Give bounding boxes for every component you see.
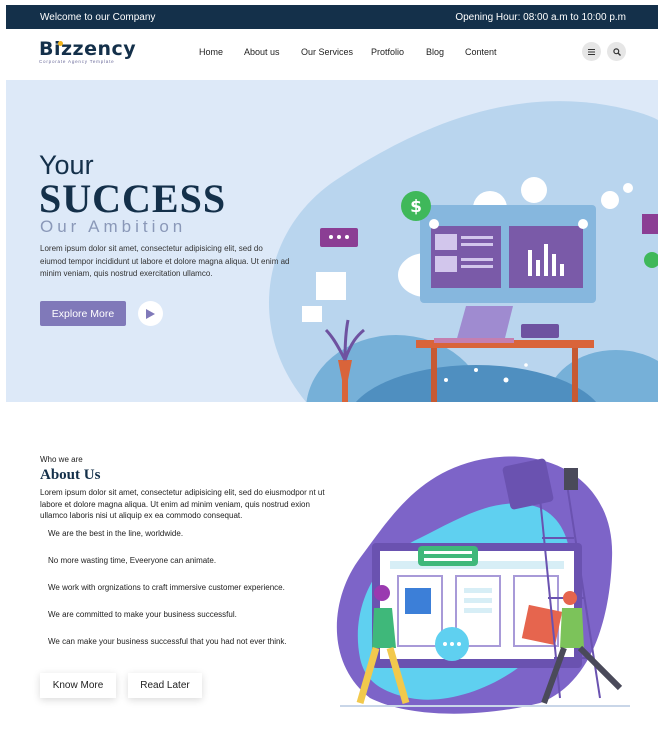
- explore-more-button[interactable]: Explore More: [40, 301, 126, 326]
- hero-subheading: Our Ambition: [40, 217, 187, 236]
- hero-description: Lorem ipsum dolor sit amet, consectetur …: [40, 244, 290, 278]
- know-more-button[interactable]: Know More: [40, 673, 116, 698]
- hero-heading: SUCCESS: [39, 176, 227, 221]
- hero-section: $ Your SUCCESS Our Ambition Lorem ipsum …: [6, 80, 658, 402]
- nav-item-portfolio[interactable]: Protfolio: [371, 47, 426, 57]
- play-button[interactable]: [138, 301, 163, 326]
- list-item: We are committed to make your business s…: [48, 610, 237, 619]
- navbar: Bizzency Corporate Agency Template Home …: [6, 29, 658, 79]
- nav-item-services[interactable]: Our Services: [301, 47, 371, 57]
- menu-button[interactable]: [582, 42, 601, 61]
- list-item: No more wasting time, Eveeryone can anim…: [48, 556, 217, 565]
- about-description: Lorem ipsum dolor sit amet, consectetur …: [40, 488, 325, 520]
- opening-hours: Opening Hour: 08:00 a.m to 10:00 p.m: [455, 11, 626, 23]
- search-button[interactable]: [607, 42, 626, 61]
- nav-item-content[interactable]: Content: [465, 47, 497, 57]
- nav-item-about[interactable]: About us: [244, 47, 301, 57]
- welcome-text: Welcome to our Company: [40, 11, 156, 23]
- about-eyebrow: Who we are: [40, 455, 83, 464]
- about-illustration: [336, 456, 630, 714]
- read-later-button[interactable]: Read Later: [128, 673, 202, 698]
- logo[interactable]: Bizzency Corporate Agency Template: [39, 38, 136, 64]
- search-icon: [612, 47, 621, 56]
- about-title: About Us: [40, 467, 101, 483]
- top-bar: Welcome to our Company Opening Hour: 08:…: [6, 5, 658, 29]
- nav-item-home[interactable]: Home: [199, 47, 244, 57]
- logo-name: Bizzency: [39, 38, 137, 60]
- main-menu: Home About us Our Services Protfolio Blo…: [199, 47, 497, 57]
- list-item: We are the best in the line, worldwide.: [48, 529, 184, 538]
- list-item: We work with orgnizations to craft immer…: [48, 583, 285, 592]
- list-item: We can make your business successful tha…: [48, 637, 287, 646]
- play-icon: [146, 308, 155, 319]
- menu-icon: [588, 48, 595, 55]
- hero-illustration: $: [268, 101, 658, 402]
- logo-dot: [58, 41, 63, 46]
- nav-item-blog[interactable]: Blog: [426, 47, 465, 57]
- about-points: We are the best in the line, worldwide. …: [48, 528, 287, 663]
- svg-text:$: $: [410, 197, 422, 217]
